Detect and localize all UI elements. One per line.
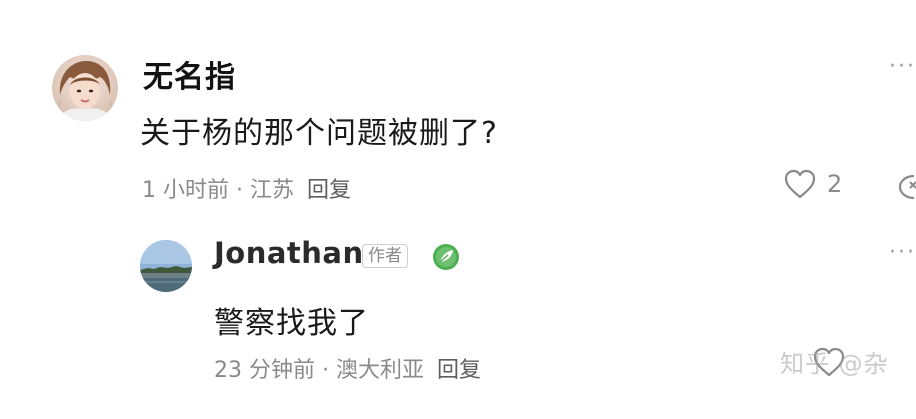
location: 江苏	[249, 178, 294, 203]
meta-separator: ·	[229, 178, 250, 203]
heart-icon	[784, 169, 816, 199]
dislike-icon[interactable]	[892, 168, 916, 204]
location: 澳大利亚	[335, 358, 424, 383]
author-badge: 作者	[362, 244, 408, 268]
like-button[interactable]: 2	[783, 168, 842, 200]
reply-button[interactable]: 回复	[307, 178, 351, 203]
meta-separator: ·	[315, 358, 336, 383]
more-options-button[interactable]: ···	[889, 240, 916, 265]
avatar[interactable]	[140, 240, 192, 292]
username[interactable]: Jonathan	[214, 236, 364, 270]
timestamp: 23 分钟前	[214, 358, 315, 383]
reply-meta: 23 分钟前 · 澳大利亚 回复	[214, 352, 481, 384]
verified-badge-icon	[431, 242, 461, 272]
watermark: 知乎 @杂	[780, 350, 889, 378]
reply-text: 警察找我了	[214, 306, 369, 341]
reply-button[interactable]: 回复	[437, 358, 481, 383]
more-options-button[interactable]: ···	[889, 54, 916, 79]
comment-text: 关于杨的那个问题被删了?	[140, 116, 498, 151]
comment-thread: 无名指 关于杨的那个问题被删了? 1 小时前 · 江苏 回复 ··· 2 Jon…	[0, 0, 916, 419]
comment-meta: 1 小时前 · 江苏 回复	[142, 172, 351, 204]
username[interactable]: 无名指	[143, 52, 236, 96]
avatar[interactable]	[52, 55, 118, 121]
timestamp: 1 小时前	[142, 178, 229, 203]
like-count: 2	[827, 170, 843, 198]
